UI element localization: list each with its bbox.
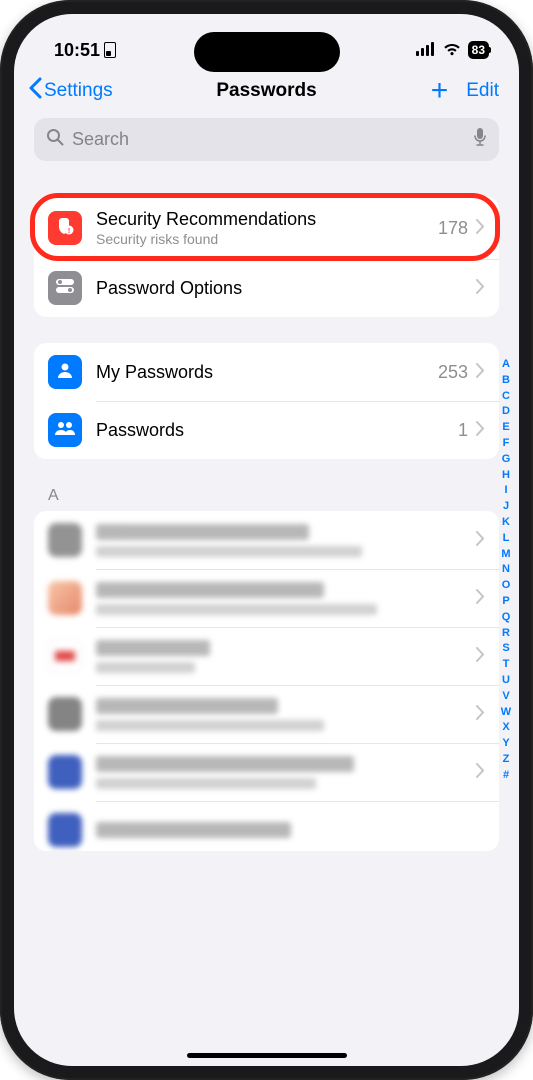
list-item[interactable] — [34, 801, 499, 851]
chevron-right-icon — [476, 762, 485, 783]
list-item[interactable] — [34, 743, 499, 801]
alpha-index-letter[interactable]: N — [497, 562, 515, 578]
battery-icon: 83 — [468, 41, 489, 59]
chevron-left-icon — [28, 77, 42, 105]
alpha-index-letter[interactable]: S — [497, 641, 515, 657]
add-button[interactable]: + — [431, 76, 449, 106]
search-input[interactable] — [72, 129, 473, 150]
back-button[interactable]: Settings — [28, 77, 113, 105]
row-title: Passwords — [96, 420, 458, 441]
security-recommendations-row[interactable]: ! Security Recommendations Security risk… — [34, 197, 499, 259]
alpha-index-letter[interactable]: G — [497, 452, 515, 468]
alpha-index-letter[interactable]: # — [497, 768, 515, 784]
alpha-index-letter[interactable]: J — [497, 499, 515, 515]
shield-alert-icon: ! — [55, 216, 75, 241]
alpha-index-letter[interactable]: Q — [497, 610, 515, 626]
back-label: Settings — [44, 80, 113, 102]
chevron-right-icon — [476, 278, 485, 299]
alpha-index-letter[interactable]: M — [497, 547, 515, 563]
chevron-right-icon — [476, 588, 485, 609]
list-item[interactable] — [34, 511, 499, 569]
search-icon — [46, 128, 64, 151]
alpha-index-letter[interactable]: A — [497, 357, 515, 373]
alpha-index-letter[interactable]: Y — [497, 736, 515, 752]
chevron-right-icon — [476, 704, 485, 725]
password-options-row[interactable]: Password Options — [34, 259, 499, 317]
alpha-index-letter[interactable]: L — [497, 531, 515, 547]
edit-button[interactable]: Edit — [466, 80, 499, 102]
row-title: Security Recommendations — [96, 209, 438, 230]
sim-icon — [104, 42, 116, 58]
list-item[interactable] — [34, 685, 499, 743]
alpha-index-letter[interactable]: V — [497, 689, 515, 705]
search-bar[interactable] — [34, 118, 499, 161]
person-icon — [55, 360, 75, 385]
alpha-index-letter[interactable]: P — [497, 594, 515, 610]
row-count: 1 — [458, 420, 468, 441]
chevron-right-icon — [476, 530, 485, 551]
svg-text:!: ! — [68, 228, 70, 235]
alpha-index-letter[interactable]: R — [497, 626, 515, 642]
settings-group-2: My Passwords 253 Passwords — [34, 343, 499, 459]
settings-group-1: ! Security Recommendations Security risk… — [34, 197, 499, 317]
screen: 10:51 83 Settings — [14, 14, 519, 1066]
mic-icon[interactable] — [473, 127, 487, 152]
list-item[interactable] — [34, 627, 499, 685]
row-title: Password Options — [96, 278, 476, 299]
chevron-right-icon — [476, 420, 485, 441]
alpha-index-letter[interactable]: I — [497, 483, 515, 499]
shared-passwords-row[interactable]: Passwords 1 — [34, 401, 499, 459]
alpha-index-letter[interactable]: H — [497, 468, 515, 484]
home-indicator[interactable] — [187, 1053, 347, 1058]
alpha-index-letter[interactable]: K — [497, 515, 515, 531]
cellular-icon — [416, 40, 436, 61]
list-item[interactable] — [34, 569, 499, 627]
alpha-index-letter[interactable]: W — [497, 705, 515, 721]
alpha-index-letter[interactable]: O — [497, 578, 515, 594]
row-count: 178 — [438, 218, 468, 239]
row-subtitle: Security risks found — [96, 231, 438, 247]
people-icon — [54, 418, 76, 443]
alpha-index-letter[interactable]: X — [497, 720, 515, 736]
alpha-index-letter[interactable]: D — [497, 404, 515, 420]
my-passwords-row[interactable]: My Passwords 253 — [34, 343, 499, 401]
alpha-index-letter[interactable]: T — [497, 657, 515, 673]
row-title: My Passwords — [96, 362, 438, 383]
nav-bar: Settings Passwords + Edit — [14, 70, 519, 114]
toggle-icon — [54, 277, 76, 300]
wifi-icon — [442, 40, 462, 61]
alpha-index-letter[interactable]: U — [497, 673, 515, 689]
alpha-index-letter[interactable]: C — [497, 389, 515, 405]
alpha-index-letter[interactable]: F — [497, 436, 515, 452]
password-list — [34, 511, 499, 851]
alpha-index-letter[interactable]: Z — [497, 752, 515, 768]
alpha-index-letter[interactable]: E — [497, 420, 515, 436]
dynamic-island — [194, 32, 340, 72]
row-count: 253 — [438, 362, 468, 383]
chevron-right-icon — [476, 362, 485, 383]
chevron-right-icon — [476, 646, 485, 667]
alpha-index[interactable]: ABCDEFGHIJKLMNOPQRSTUVWXYZ# — [497, 357, 515, 784]
section-header: A — [48, 487, 519, 505]
status-time: 10:51 — [54, 40, 100, 61]
chevron-right-icon — [476, 218, 485, 239]
alpha-index-letter[interactable]: B — [497, 373, 515, 389]
